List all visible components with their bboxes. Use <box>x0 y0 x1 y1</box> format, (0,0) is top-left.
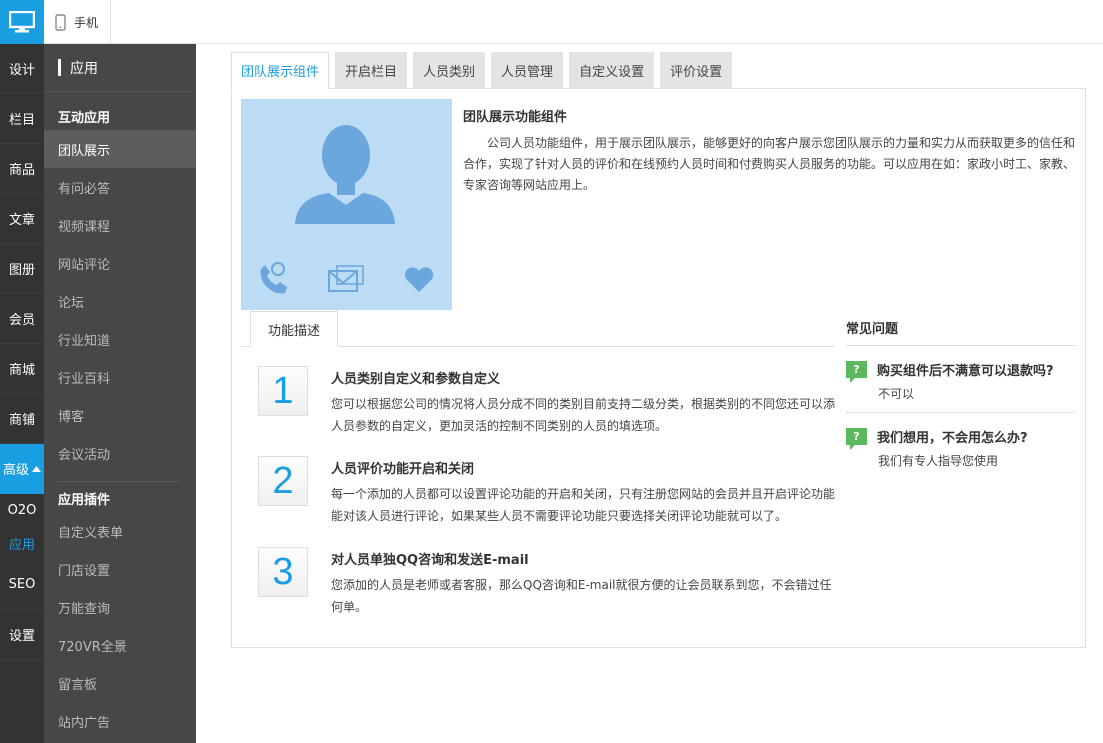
rail-item-seo[interactable]: SEO <box>0 560 44 610</box>
rail-item-shop[interactable]: 商铺 <box>0 394 44 444</box>
feature-description: 您可以根据您公司的情况将人员分成不同的类别目前支持二级分类，根据类别的不同您还可… <box>331 397 836 433</box>
rail-sub-apps[interactable]: 应用 <box>0 527 44 560</box>
monitor-icon <box>9 11 35 33</box>
sidebar-item-site-ads[interactable]: 站内广告 <box>44 702 196 740</box>
sidebar-item-team-display[interactable]: 团队展示 <box>44 130 196 168</box>
tab-staff-category[interactable]: 人员类别 <box>413 52 486 89</box>
feature-number: 3 <box>258 547 308 597</box>
rail-item-settings[interactable]: 设置 <box>0 610 44 660</box>
person-silhouette-icon <box>295 125 395 224</box>
phone-icon <box>55 13 66 31</box>
feature-number: 2 <box>258 456 308 506</box>
header-bar-decoration <box>58 59 61 76</box>
tab-staff-management[interactable]: 人员管理 <box>491 52 564 89</box>
feature-description: 每一个添加的人员都可以设置评论功能的开启和关闭，只有注册您网站的会员并且开启评论… <box>331 487 836 523</box>
phone-call-icon <box>260 262 287 294</box>
sidebar-item-vr-panorama[interactable]: 720VR全景 <box>44 626 196 664</box>
sidebar-group-interactive: 互动应用 <box>58 111 111 126</box>
app-sidebar: 应用 互动应用 团队展示 有问必答 视频课程 网站评论 论坛 行业知道 行业百科… <box>44 44 196 743</box>
faq-answer: 不可以 <box>878 387 915 401</box>
sidebar-item-industry-knowledge[interactable]: 行业知道 <box>44 320 196 358</box>
rail-item-mall[interactable]: 商城 <box>0 344 44 394</box>
faq-question[interactable]: ? 购买组件后不满意可以退款吗? <box>846 360 1076 383</box>
sidebar-item-custom-form[interactable]: 自定义表单 <box>44 512 196 550</box>
intro-title: 团队展示功能组件 <box>463 110 568 125</box>
top-bar: 手机 <box>0 0 1103 44</box>
caret-up-icon <box>32 465 41 472</box>
rail-item-design[interactable]: 设计 <box>0 44 44 94</box>
sidebar-item-store-settings[interactable]: 门店设置 <box>44 550 196 588</box>
faq-answer: 我们有专人指导您使用 <box>878 454 999 468</box>
sidebar-item-video-course[interactable]: 视频课程 <box>44 206 196 244</box>
sidebar-header: 应用 <box>44 44 196 92</box>
sidebar-item-meeting[interactable]: 会议活动 <box>44 434 196 472</box>
tab-enable-column[interactable]: 开启栏目 <box>335 52 408 89</box>
faq-panel: 常见问题 ? 购买组件后不满意可以退款吗? 不可以 ? 我们想用，不会用怎么办?… <box>846 310 1076 479</box>
mobile-view-tab[interactable]: 手机 <box>44 0 111 44</box>
sidebar-item-universal-query[interactable]: 万能查询 <box>44 588 196 626</box>
feature-title: 人员类别自定义和参数自定义 <box>331 372 501 387</box>
faq-item: ? 购买组件后不满意可以退款吗? 不可以 <box>846 346 1076 413</box>
sidebar-item-blog[interactable]: 博客 <box>44 396 196 434</box>
rail-item-album[interactable]: 图册 <box>0 244 44 294</box>
mobile-label: 手机 <box>74 15 99 30</box>
sidebar-item-forum[interactable]: 论坛 <box>44 282 196 320</box>
rail-item-product[interactable]: 商品 <box>0 144 44 194</box>
feature-title: 人员评价功能开启和关闭 <box>331 462 475 477</box>
feature-title: 对人员单独QQ咨询和发送E-mail <box>331 553 529 568</box>
faq-question[interactable]: ? 我们想用，不会用怎么办? <box>846 427 1076 450</box>
sidebar-item-industry-wiki[interactable]: 行业百科 <box>44 358 196 396</box>
tab-feature-description[interactable]: 功能描述 <box>250 311 338 347</box>
faq-item: ? 我们想用，不会用怎么办? 我们有专人指导您使用 <box>846 413 1076 479</box>
mail-icon <box>328 265 364 292</box>
rail-item-advanced[interactable]: 高级 <box>0 444 44 494</box>
rail-item-member[interactable]: 会员 <box>0 294 44 344</box>
sidebar-item-message-board[interactable]: 留言板 <box>44 664 196 702</box>
rail-item-article[interactable]: 文章 <box>0 194 44 244</box>
faq-title: 常见问题 <box>846 310 1076 346</box>
tab-review-settings[interactable]: 评价设置 <box>660 52 733 89</box>
feature-number: 1 <box>258 366 308 416</box>
tab-team-component[interactable]: 团队展示组件 <box>231 52 330 89</box>
main-nav-rail: 设计 栏目 商品 文章 图册 会员 商城 商铺 高级 O2O 应用 SEO 设置 <box>0 44 44 743</box>
sidebar-group-plugins: 应用插件 <box>58 493 111 508</box>
intro-description: 公司人员功能组件，用于展示团队展示，能够更好的向客户展示您团队展示的力量和实力从… <box>463 136 1076 192</box>
question-bubble-icon: ? <box>846 361 867 383</box>
sidebar-item-qa[interactable]: 有问必答 <box>44 168 196 206</box>
question-bubble-icon: ? <box>846 428 867 450</box>
content-tabs: 团队展示组件 开启栏目 人员类别 人员管理 自定义设置 评价设置 <box>231 52 733 89</box>
pc-view-button[interactable] <box>0 0 44 44</box>
rail-sub-o2o[interactable]: O2O <box>0 494 44 527</box>
feature-description: 您添加的人员是老师或者客服，那么QQ咨询和E-mail就很方便的让会员联系到您，… <box>331 578 832 614</box>
sidebar-item-site-comments[interactable]: 网站评论 <box>44 244 196 282</box>
heart-icon <box>404 267 434 292</box>
rail-item-column[interactable]: 栏目 <box>0 94 44 144</box>
component-preview-image <box>241 99 452 310</box>
tab-custom-settings[interactable]: 自定义设置 <box>569 52 655 89</box>
